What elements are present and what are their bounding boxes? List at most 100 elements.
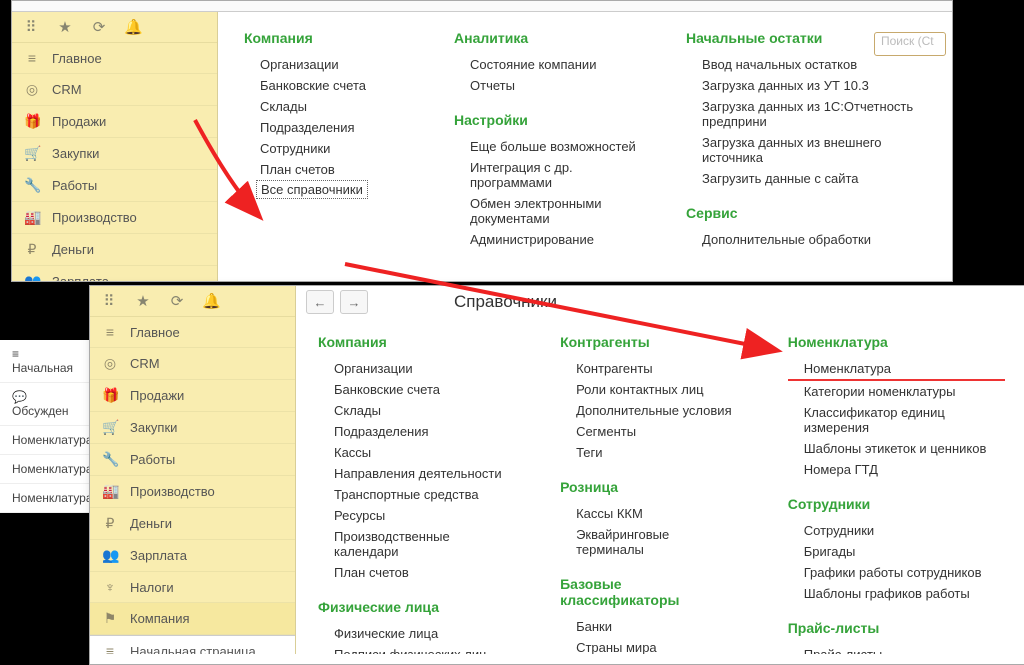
menu-link[interactable]: Номенклатура <box>788 358 1005 381</box>
sidebar-item-gift[interactable]: 🎁Продажи <box>90 380 295 412</box>
sidebar-item-gift[interactable]: 🎁Продажи <box>12 106 217 138</box>
open-tab[interactable]: 💬 Обсужден <box>0 383 89 426</box>
menu-link[interactable]: Подразделения <box>318 421 510 442</box>
menu-link[interactable]: План счетов <box>318 562 510 583</box>
nav-forward-button[interactable]: → <box>340 290 368 314</box>
menu-link[interactable]: Кассы <box>318 442 510 463</box>
menu-link[interactable]: Загрузка данных из внешнего источника <box>686 132 932 168</box>
open-tab[interactable]: Номенклатура <box>0 455 89 484</box>
menu-link[interactable]: Банки <box>560 616 738 637</box>
target-icon: ◎ <box>24 81 40 98</box>
menu-link[interactable]: Еще больше возможностей <box>454 136 646 157</box>
section-header[interactable]: Аналитика <box>454 30 646 46</box>
menu-link[interactable]: Интеграция с др. программами <box>454 157 646 193</box>
menu-link[interactable]: Бригады <box>788 541 1005 562</box>
menu-link[interactable]: Ресурсы <box>318 505 510 526</box>
section-header[interactable]: Физические лица <box>318 599 510 615</box>
menu-link[interactable]: Графики работы сотрудников <box>788 562 1005 583</box>
menu-link[interactable]: Номера ГТД <box>788 459 1005 480</box>
sidebar-item-home[interactable]: ≡Начальная страница <box>90 635 295 654</box>
menu-link[interactable]: Шаблоны этикеток и ценников <box>788 438 1005 459</box>
menu-link[interactable]: Дополнительные условия <box>560 400 738 421</box>
section-header[interactable]: Розница <box>560 479 738 495</box>
search-input[interactable]: Поиск (Ct <box>874 32 946 56</box>
menu-link[interactable]: Организации <box>244 54 414 75</box>
sidebar-item-wrench[interactable]: 🔧Работы <box>90 444 295 476</box>
menu-link[interactable]: Шаблоны графиков работы <box>788 583 1005 604</box>
section-header[interactable]: Сервис <box>686 205 932 221</box>
open-tab[interactable]: ≡ Начальная <box>0 340 89 383</box>
menu-link[interactable]: Ввод начальных остатков <box>686 54 932 75</box>
section-header[interactable]: Контрагенты <box>560 334 738 350</box>
menu-link[interactable]: Подписи физических лиц <box>318 644 510 654</box>
history-icon[interactable]: ⟳ <box>90 18 108 36</box>
star-icon[interactable]: ★ <box>56 18 74 36</box>
sidebar-item-home[interactable]: ≡Главное <box>12 43 217 74</box>
menu-link[interactable]: Подразделения <box>244 117 414 138</box>
sidebar-item-cart[interactable]: 🛒Закупки <box>90 412 295 444</box>
sidebar-item-industry[interactable]: 🏭Производство <box>90 476 295 508</box>
sidebar-item-label: Главное <box>52 51 102 66</box>
menu-link[interactable]: Организации <box>318 358 510 379</box>
section-header[interactable]: Компания <box>244 30 414 46</box>
sidebar-item-wrench[interactable]: 🔧Работы <box>12 170 217 202</box>
menu-link[interactable]: Классификатор единиц измерения <box>788 402 1005 438</box>
menu-link[interactable]: Банковские счета <box>244 75 414 96</box>
section-header[interactable]: Базовые классификаторы <box>560 576 738 608</box>
section-header[interactable]: Компания <box>318 334 510 350</box>
star-icon[interactable]: ★ <box>134 292 152 310</box>
menu-link[interactable]: Роли контактных лиц <box>560 379 738 400</box>
sidebar-item-target[interactable]: ◎CRM <box>90 348 295 380</box>
menu-link[interactable]: План счетов <box>244 159 414 180</box>
apps-icon[interactable]: ⠿ <box>22 18 40 36</box>
sidebar-item-target[interactable]: ◎CRM <box>12 74 217 106</box>
sidebar-item-ruble[interactable]: ₽Деньги <box>90 508 295 540</box>
menu-link[interactable]: Загрузка данных из УТ 10.3 <box>686 75 932 96</box>
nav-back-button[interactable]: ← <box>306 290 334 314</box>
sidebar-item-home[interactable]: ≡Главное <box>90 317 295 348</box>
menu-link[interactable]: Сегменты <box>560 421 738 442</box>
menu-link[interactable]: Категории номенклатуры <box>788 381 1005 402</box>
section-header[interactable]: Сотрудники <box>788 496 1005 512</box>
sidebar-item-eagle[interactable]: ♆Налоги <box>90 572 295 603</box>
menu-link[interactable]: Эквайринговые терминалы <box>560 524 738 560</box>
menu-link[interactable]: Банковские счета <box>318 379 510 400</box>
menu-link[interactable]: Контрагенты <box>560 358 738 379</box>
bell-icon[interactable]: 🔔 <box>202 292 220 310</box>
menu-link[interactable]: Прайс-листы <box>788 644 1005 654</box>
menu-link[interactable]: Страны мира <box>560 637 738 654</box>
section-header[interactable]: Номенклатура <box>788 334 1005 350</box>
menu-link[interactable]: Физические лица <box>318 623 510 644</box>
menu-link[interactable]: Состояние компании <box>454 54 646 75</box>
menu-link[interactable]: Обмен электронными документами <box>454 193 646 229</box>
sidebar-item-flag[interactable]: ⚑Компания <box>90 603 295 635</box>
menu-link[interactable]: Сотрудники <box>788 520 1005 541</box>
history-icon[interactable]: ⟳ <box>168 292 186 310</box>
menu-link[interactable]: Дополнительные обработки <box>686 229 932 250</box>
menu-link[interactable]: Производственные календари <box>318 526 510 562</box>
sidebar-item-cart[interactable]: 🛒Закупки <box>12 138 217 170</box>
sidebar-item-ruble[interactable]: ₽Деньги <box>12 234 217 266</box>
bell-icon[interactable]: 🔔 <box>124 18 142 36</box>
menu-link[interactable]: Загрузить данные с сайта <box>686 168 932 189</box>
sidebar-item-people[interactable]: 👥Зарплата <box>12 266 217 282</box>
menu-link[interactable]: Теги <box>560 442 738 463</box>
menu-link[interactable]: Кассы ККМ <box>560 503 738 524</box>
menu-link[interactable]: Все справочники <box>256 180 368 199</box>
menu-link[interactable]: Отчеты <box>454 75 646 96</box>
sidebar-item-people[interactable]: 👥Зарплата <box>90 540 295 572</box>
menu-link[interactable]: Склады <box>244 96 414 117</box>
section-header[interactable]: Настройки <box>454 112 646 128</box>
menu-link[interactable]: Склады <box>318 400 510 421</box>
menu-link[interactable]: Транспортные средства <box>318 484 510 505</box>
sidebar-item-label: Производство <box>52 210 137 225</box>
open-tab[interactable]: Номенклатура <box>0 426 89 455</box>
sidebar-item-industry[interactable]: 🏭Производство <box>12 202 217 234</box>
menu-link[interactable]: Администрирование <box>454 229 646 250</box>
section-header[interactable]: Прайс-листы <box>788 620 1005 636</box>
open-tab[interactable]: Номенклатура <box>0 484 89 513</box>
menu-link[interactable]: Направления деятельности <box>318 463 510 484</box>
menu-link[interactable]: Загрузка данных из 1С:Отчетность предпри… <box>686 96 932 132</box>
menu-link[interactable]: Сотрудники <box>244 138 414 159</box>
apps-icon[interactable]: ⠿ <box>100 292 118 310</box>
